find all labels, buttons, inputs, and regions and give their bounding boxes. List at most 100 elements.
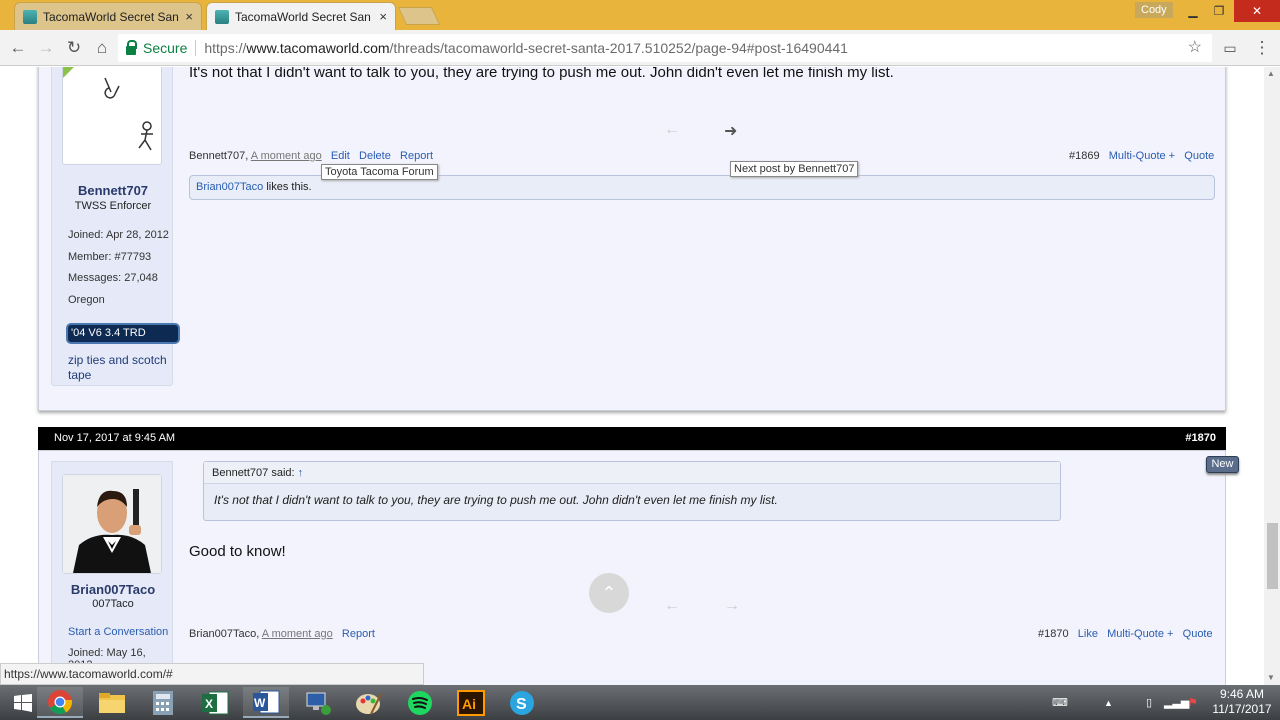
address-separator: [195, 40, 197, 56]
chrome-icon[interactable]: [37, 687, 83, 718]
battery-icon[interactable]: ▯: [1146, 685, 1152, 720]
scrollbar-thumb[interactable]: [1267, 523, 1278, 589]
system-clock[interactable]: 9:46 AM 11/17/2017: [1210, 687, 1274, 717]
restore-button[interactable]: ❐: [1204, 0, 1234, 22]
message-text: Good to know!: [189, 543, 286, 560]
tab-close-icon[interactable]: ×: [185, 9, 193, 24]
messages-stat: Messages: 27,048: [68, 272, 158, 284]
post-number[interactable]: #1870: [1038, 628, 1069, 640]
post-meta-right: #1869 Multi-Quote + Quote: [1069, 150, 1214, 162]
back-arrow-icon[interactable]: ←: [6, 36, 30, 60]
quote-link[interactable]: Quote: [1183, 628, 1213, 640]
multi-quote-link[interactable]: Multi-Quote +: [1109, 150, 1175, 162]
spotify-icon[interactable]: [397, 687, 443, 718]
report-link[interactable]: Report: [400, 150, 433, 162]
post-time[interactable]: A moment ago: [262, 628, 333, 640]
joined-value: Apr 28, 2012: [105, 229, 169, 241]
home-icon[interactable]: ⌂: [90, 36, 114, 60]
avatar[interactable]: [62, 67, 162, 165]
quote-source-link[interactable]: ↑: [298, 467, 304, 479]
next-post-arrow-icon[interactable]: →: [724, 597, 740, 615]
quote-author: Bennett707 said:: [212, 467, 295, 479]
browser-tab-2[interactable]: TacomaWorld Secret San ×: [206, 2, 396, 30]
quote-link[interactable]: Quote: [1184, 150, 1214, 162]
quote-text: It's not that I didn't want to talk to y…: [214, 493, 778, 507]
scroll-up-arrow-icon[interactable]: ▲: [1267, 69, 1275, 78]
clock-date: 11/17/2017: [1212, 702, 1272, 716]
member-label: Member:: [68, 251, 112, 263]
action-center-flag-icon[interactable]: ⚑: [1188, 685, 1198, 720]
likes-user-link[interactable]: Brian007Taco: [196, 181, 263, 193]
likes-text: likes this.: [263, 181, 312, 193]
profile-button[interactable]: Cody: [1135, 2, 1173, 18]
scroll-to-top-icon[interactable]: ⌃: [589, 573, 629, 613]
network-monitor-icon[interactable]: [295, 687, 341, 718]
post-number[interactable]: #1869: [1069, 150, 1100, 162]
post-meta-right: #1870 Like Multi-Quote + Quote: [1038, 628, 1213, 640]
browser-title-bar: TacomaWorld Secret San × TacomaWorld Sec…: [0, 0, 1280, 30]
file-explorer-icon[interactable]: [89, 687, 135, 718]
svg-text:X: X: [205, 697, 213, 711]
skype-icon[interactable]: S: [499, 687, 545, 718]
post-permalink[interactable]: #1870: [1185, 427, 1216, 450]
address-bar[interactable]: Secure https:// www.tacomaworld.com /thr…: [118, 34, 1212, 62]
menu-dots-icon[interactable]: ⋮: [1250, 36, 1274, 60]
previous-post-arrow-icon[interactable]: ←: [664, 597, 680, 615]
post-date-bar: Nov 17, 2017 at 9:45 AM #1870: [38, 427, 1226, 450]
messages-label: Messages:: [68, 272, 122, 284]
next-post-tooltip: Next post by Bennett707: [730, 161, 859, 177]
post-date: Nov 17, 2017 at 9:45 AM: [54, 432, 176, 444]
time-tooltip: Toyota Tacoma Forum: [321, 164, 438, 180]
previous-post-arrow-icon[interactable]: ←: [664, 121, 680, 139]
avatar[interactable]: [62, 474, 162, 574]
user-sidebar: Bennett707 TWSS Enforcer Joined: Apr 28,…: [51, 67, 178, 386]
quote-block: Bennett707 said: ↑ It's not that I didn'…: [203, 461, 1061, 521]
edit-link[interactable]: Edit: [331, 150, 350, 162]
post-number-value: 1870: [1191, 432, 1216, 444]
start-conversation-link[interactable]: Start a Conversation: [68, 626, 168, 638]
location[interactable]: Oregon: [68, 294, 105, 306]
member-value: #77793: [114, 251, 152, 263]
browser-tab-1[interactable]: TacomaWorld Secret San ×: [14, 2, 202, 30]
show-hidden-icons-icon[interactable]: ▲: [1104, 685, 1113, 720]
paint-icon[interactable]: [346, 687, 392, 718]
new-badge: New: [1206, 456, 1239, 473]
report-link[interactable]: Report: [342, 628, 375, 640]
page-scrollbar[interactable]: ▲ ▼: [1264, 67, 1280, 685]
truck-badge: '04 V6 3.4 TRD: [68, 325, 178, 342]
post-time[interactable]: A moment ago: [251, 150, 322, 162]
svg-text:W: W: [254, 696, 266, 710]
messages-value: 27,048: [124, 272, 158, 284]
page-content: Bennett707 TWSS Enforcer Joined: Apr 28,…: [0, 67, 1264, 685]
calculator-icon[interactable]: [140, 687, 186, 718]
user-title: 007Taco: [92, 598, 134, 610]
bookmark-star-icon[interactable]: ☆: [1188, 34, 1202, 62]
url-path: /threads/tacomaworld-secret-santa-2017.5…: [389, 40, 848, 56]
keyboard-icon[interactable]: ⌨: [1052, 685, 1068, 720]
reload-icon[interactable]: ↻: [62, 36, 86, 60]
illustrator-icon[interactable]: Ai: [448, 687, 494, 718]
scroll-down-arrow-icon[interactable]: ▼: [1267, 673, 1275, 682]
new-tab-button[interactable]: [397, 7, 441, 25]
post-author-link[interactable]: Brian007Taco,: [189, 628, 259, 640]
close-window-button[interactable]: ✕: [1234, 0, 1280, 22]
excel-icon[interactable]: X: [192, 687, 238, 718]
user-title: TWSS Enforcer: [74, 200, 152, 212]
url-scheme: https://: [204, 40, 247, 56]
network-signal-icon[interactable]: ▂▃▅: [1164, 685, 1189, 720]
multi-quote-link[interactable]: Multi-Quote +: [1107, 628, 1173, 640]
tab-title: TacomaWorld Secret San: [235, 9, 371, 24]
delete-link[interactable]: Delete: [359, 150, 391, 162]
like-link[interactable]: Like: [1078, 628, 1098, 640]
lock-icon: [126, 39, 137, 55]
forward-arrow-icon[interactable]: →: [34, 36, 58, 60]
cast-icon[interactable]: ▭: [1218, 36, 1242, 60]
next-post-arrow-icon[interactable]: ➜: [724, 121, 737, 141]
tab-close-icon[interactable]: ×: [379, 9, 387, 24]
username[interactable]: Bennett707: [52, 183, 174, 198]
post-meta-left: Bennett707, A moment ago Edit Delete Rep…: [189, 150, 433, 162]
message-text: It's not that I didn't want to talk to y…: [189, 67, 894, 81]
word-icon[interactable]: W: [243, 687, 289, 718]
post-author-link[interactable]: Bennett707,: [189, 150, 248, 162]
username[interactable]: Brian007Taco: [52, 582, 174, 597]
